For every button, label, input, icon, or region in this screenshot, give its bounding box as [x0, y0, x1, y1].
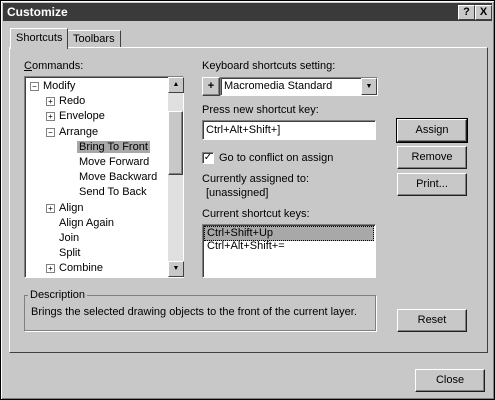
conflict-checkbox[interactable]: ✓ — [202, 152, 214, 164]
tree-item-label: Modify — [43, 80, 76, 92]
tree-item-label: Move Forward — [79, 156, 150, 168]
commands-scrollbar[interactable]: ▲ ▼ — [168, 77, 184, 277]
tree-item[interactable]: Align Again — [57, 216, 116, 231]
scroll-up-button[interactable]: ▲ — [168, 77, 184, 93]
currently-assigned-value: [unassigned] — [206, 187, 269, 199]
tree-item[interactable]: Envelope — [57, 109, 107, 124]
close-window-button[interactable]: X — [475, 5, 492, 20]
window-title: Customize — [7, 5, 68, 19]
expand-icon[interactable]: + — [46, 112, 55, 122]
tab-shortcuts[interactable]: Shortcuts — [10, 28, 69, 49]
close-button[interactable]: Close — [415, 369, 485, 392]
tree-item[interactable]: Move Forward — [77, 155, 151, 170]
tree-item-label: Split — [59, 247, 81, 260]
tree-item[interactable]: Combine — [57, 261, 105, 276]
tree-item-label: Align Again — [59, 216, 115, 229]
tree-item[interactable]: Align — [57, 201, 85, 216]
new-shortcut-label: Press new shortcut key: — [202, 104, 319, 116]
list-item[interactable]: Ctrl+Shift+Up — [204, 226, 374, 241]
customize-dialog: Customize ? X Shortcuts Toolbars Command… — [0, 0, 495, 400]
expand-icon[interactable]: + — [46, 203, 55, 213]
expand-icon[interactable]: + — [46, 97, 55, 107]
current-keys-label: Current shortcut keys: — [202, 208, 310, 220]
shortcuts-panel: Commands: Modify − Redo + Envelope + Arrange − B… — [9, 47, 488, 353]
print-button[interactable]: Print... — [397, 173, 467, 196]
tree-item-label: Align — [59, 201, 84, 214]
new-shortcut-value: Ctrl+Alt+Shift+] — [206, 124, 281, 136]
collapse-icon[interactable]: − — [30, 82, 39, 91]
commands-tree[interactable]: Modify − Redo + Envelope + Arrange − Bring To Fr… — [24, 76, 184, 278]
expand-icon[interactable]: + — [46, 264, 55, 274]
new-shortcut-input[interactable]: Ctrl+Alt+Shift+] — [202, 120, 376, 140]
tree-item[interactable]: Modify — [41, 79, 77, 94]
tree-item-label: Join — [59, 232, 80, 244]
currently-assigned-label: Currently assigned to: — [202, 173, 309, 185]
description-label: Description — [28, 289, 88, 301]
tree-item-label: Arrange — [59, 125, 99, 138]
tree-item-label: Move Backward — [79, 171, 158, 184]
tree-item[interactable]: Redo — [57, 94, 87, 109]
conflict-label: Go to conflict on assign — [219, 152, 334, 164]
tree-item[interactable]: Move Backward — [77, 170, 159, 185]
tree-item[interactable]: Send To Back — [77, 185, 149, 200]
chevron-down-icon[interactable]: ▼ — [361, 78, 377, 95]
keyboard-setting-select[interactable]: Macromedia Standard ▼ — [220, 77, 378, 96]
keyboard-setting-label: Keyboard shortcuts setting: — [202, 60, 336, 72]
help-button[interactable]: ? — [458, 5, 475, 20]
tree-item[interactable]: Bring To Front — [77, 140, 150, 155]
scroll-thumb[interactable] — [168, 111, 183, 175]
add-setting-button[interactable]: + — [202, 77, 220, 96]
tree-item[interactable]: Join — [57, 231, 81, 246]
remove-button[interactable]: Remove — [397, 146, 467, 169]
tree-item[interactable]: Arrange — [57, 125, 100, 140]
description-text: Brings the selected drawing objects to t… — [31, 306, 357, 318]
keyboard-setting-value: Macromedia Standard — [224, 80, 333, 92]
reset-button[interactable]: Reset — [397, 309, 467, 332]
tree-item-label: Send To Back — [79, 186, 147, 199]
tree-item-label: Redo — [59, 95, 86, 108]
scroll-down-button[interactable]: ▼ — [168, 261, 184, 277]
tree-item-label: Bring To Front — [77, 140, 150, 153]
title-bar: Customize ? X — [3, 3, 492, 21]
commands-label: Commands: — [24, 60, 84, 72]
collapse-icon[interactable]: − — [46, 127, 55, 137]
assign-button[interactable]: Assign — [396, 118, 468, 143]
list-item[interactable]: Ctrl+Alt+Shift+= — [204, 240, 372, 253]
tab-toolbars[interactable]: Toolbars — [67, 30, 121, 48]
tree-item-label: Combine — [59, 262, 104, 275]
tree-item[interactable]: Split — [57, 246, 82, 261]
tree-item-label: Envelope — [59, 110, 105, 123]
current-keys-list[interactable]: Ctrl+Shift+Up Ctrl+Alt+Shift+= — [202, 224, 376, 278]
